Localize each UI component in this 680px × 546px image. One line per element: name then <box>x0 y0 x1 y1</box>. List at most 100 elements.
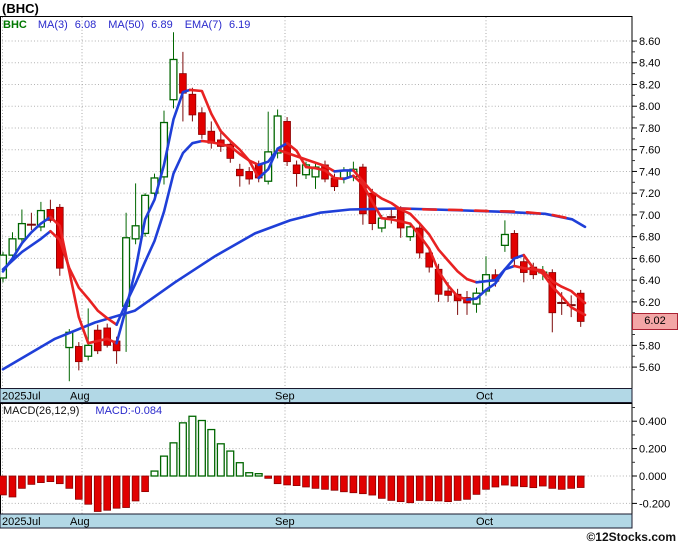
macd-bar-negative <box>46 475 55 483</box>
month-label: 2025Jul <box>2 391 41 403</box>
month-label: Sep <box>275 391 295 403</box>
candle-body-down <box>283 121 291 163</box>
candle-body-down <box>188 93 197 116</box>
macd-bar-positive <box>235 462 244 477</box>
macd-bar-positive <box>245 472 254 477</box>
y-axis-label: 0.000 <box>639 471 667 483</box>
month-label: Aug <box>70 391 90 403</box>
candle-body-down <box>245 171 254 180</box>
copyright-watermark: ©12Stocks.com <box>586 530 676 544</box>
macd-bar-negative <box>415 475 424 501</box>
stock-chart-page: 8.60 8.40 8.20 8.00 7.80 7.60 7.40 7.20 7.00 6.80… <box>0 0 680 546</box>
ma-label: MA(50) <box>108 19 145 31</box>
candle-body-down <box>198 112 206 135</box>
macd-bar-negative <box>302 475 310 488</box>
macd-bar-negative <box>283 475 291 486</box>
legend-item: MA(50) 6.89 <box>108 19 172 31</box>
last-price-badge: 6.02 <box>632 313 678 330</box>
macd-bar-negative <box>425 475 433 502</box>
macd-bar-negative <box>8 475 17 498</box>
macd-bar-positive <box>150 470 159 477</box>
macd-bar-negative <box>273 475 282 485</box>
macd-bar-negative <box>444 475 452 503</box>
ma-value: 6.19 <box>228 19 251 31</box>
macd-bar-negative <box>349 475 358 494</box>
macd-bar-negative <box>472 475 481 495</box>
macd-bar-negative <box>18 475 26 489</box>
macd-bar-negative <box>434 475 443 502</box>
macd-bar-negative <box>567 475 575 489</box>
macd-bar-negative <box>330 475 339 491</box>
candle-body-down <box>103 327 112 346</box>
candle-body-up <box>84 344 93 357</box>
macd-bar-positive <box>226 450 235 477</box>
macd-bar-positive <box>169 442 178 477</box>
month-label: Oct <box>476 391 493 403</box>
macd-bar-negative <box>112 475 121 509</box>
macd-bar-positive <box>159 455 169 477</box>
month-label: Aug <box>70 516 90 528</box>
macd-bar-positive <box>216 443 225 477</box>
y-axis-label: 8.60 <box>639 36 660 48</box>
macd-legend: MACD(26,12,9) MACD:-0.084 <box>3 405 162 417</box>
macd-bar-negative <box>75 475 83 500</box>
price-legend: BHC MA(3) 6.08 MA(50) 6.89 EMA(7) 6.19 <box>3 19 250 31</box>
macd-bar-negative <box>103 475 112 511</box>
ma-label: MA(3) <box>37 19 68 31</box>
macd-bar-negative <box>321 475 329 490</box>
y-axis-label: 6.80 <box>639 232 660 244</box>
macd-bar-positive <box>207 428 216 477</box>
ema7-line-up <box>333 169 355 173</box>
y-axis-label: 8.40 <box>639 58 660 70</box>
macd-bar-negative <box>122 475 130 508</box>
candle-body-down <box>444 290 452 296</box>
y-axis-label: 8.00 <box>639 101 660 113</box>
macd-bar-negative <box>264 475 272 479</box>
macd-bar-negative <box>520 475 528 488</box>
y-axis-label: 6.20 <box>639 297 660 309</box>
macd-bar-negative <box>501 475 509 486</box>
macd-bar-negative <box>56 475 64 485</box>
candle-body-down <box>510 232 519 259</box>
candle-body-down <box>292 164 301 175</box>
macd-bar-negative <box>292 475 301 486</box>
macd-bar-negative <box>463 475 471 500</box>
ma-label: EMA(7) <box>184 19 222 31</box>
candle-body-up <box>17 222 26 240</box>
macd-bar-negative <box>141 475 149 493</box>
macd-bar-negative <box>27 475 36 485</box>
macd-bar-negative <box>311 475 320 489</box>
month-label: Oct <box>476 516 493 528</box>
macd-bar-negative <box>0 475 7 496</box>
y-axis-label: 5.60 <box>639 362 660 374</box>
y-axis-label: 6.60 <box>639 253 660 265</box>
candle-body-down <box>235 168 244 177</box>
ma-value: 6.08 <box>74 19 97 31</box>
macd-bar-negative <box>406 475 414 504</box>
candle-body-down <box>396 209 405 229</box>
month-label: 2025Jul <box>2 516 41 528</box>
y-axis-label: 7.60 <box>639 145 660 157</box>
legend-item: MA(3) 6.08 <box>38 19 96 31</box>
y-axis-label: 7.20 <box>639 188 660 200</box>
legend-items: MA(3) 6.08 MA(50) 6.89 EMA(7) 6.19 <box>38 19 251 31</box>
month-label: Sep <box>275 516 295 528</box>
y-axis-label: 7.40 <box>639 166 660 178</box>
macd-bar-negative <box>84 475 93 505</box>
macd-bar-negative <box>453 475 462 501</box>
y-axis-label: 5.80 <box>639 340 660 352</box>
macd-bar-positive <box>178 422 187 477</box>
macd-bar-negative <box>65 475 74 489</box>
macd-current-value: MACD:-0.084 <box>95 405 163 417</box>
macd-bar-negative <box>359 475 367 495</box>
macd-bar-positive <box>188 415 197 477</box>
macd-bar-negative <box>340 475 348 493</box>
macd-bar-positive <box>197 419 206 477</box>
candle-body-up <box>500 233 509 247</box>
y-axis-label: 7.80 <box>639 123 660 135</box>
macd-bar-negative <box>37 475 45 483</box>
date-band-main <box>0 388 633 403</box>
macd-bar-negative <box>510 475 519 487</box>
y-axis-label: 0.400 <box>639 416 667 428</box>
candle-body-down <box>75 346 83 363</box>
